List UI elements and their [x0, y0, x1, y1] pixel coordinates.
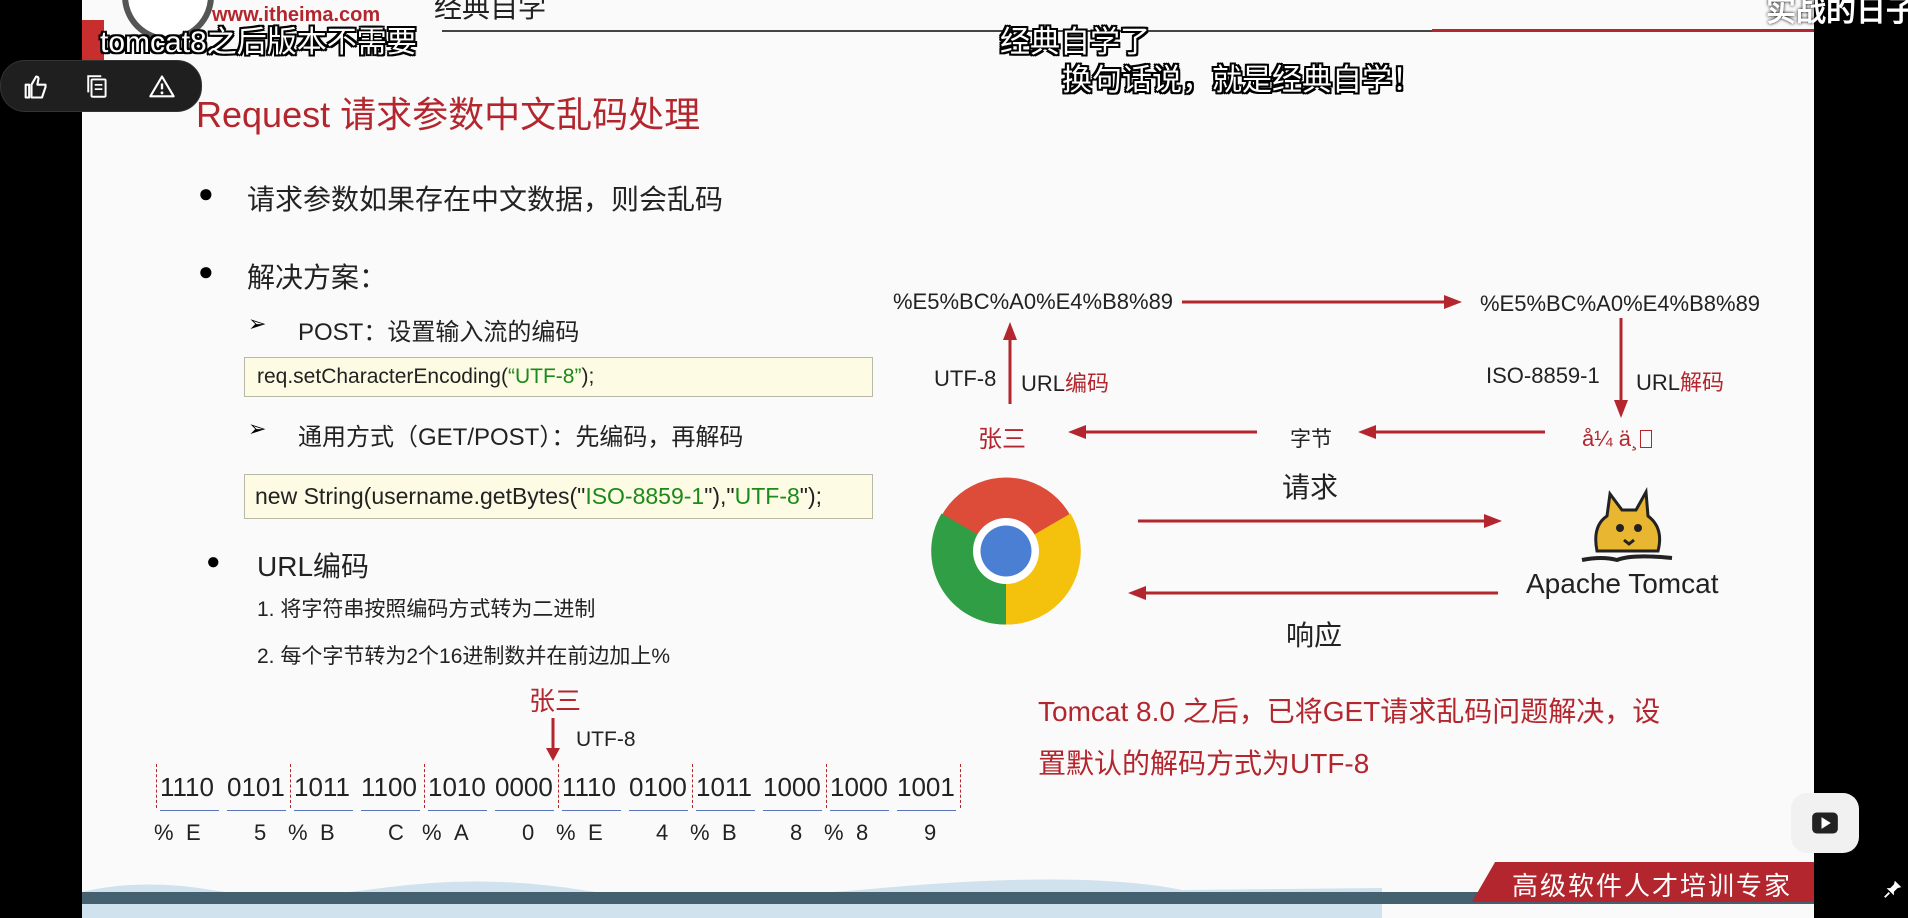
response-label: 响应: [1286, 620, 1343, 651]
url-encode-label: URL编码: [1021, 366, 1109, 398]
url-encode-suffix: 编码: [1065, 371, 1110, 396]
copy-icon[interactable]: [85, 73, 111, 101]
subtitle-line-1: tomcat8之后版本不需要: [100, 26, 417, 59]
top-banner-text: 实战的日子: [1766, 0, 1908, 28]
arrows-layer: [1003, 295, 1628, 600]
note-line-2: 置默认的解码方式为UTF-8: [1038, 748, 1370, 779]
floating-toolbar: [0, 60, 202, 112]
url-encode-prefix: URL: [1021, 371, 1066, 396]
url-decode-label: URL解码: [1636, 365, 1724, 397]
slide: www.itheima.com 经典自学 Request 请求参数中文乱码处理 …: [82, 0, 1814, 918]
note-line-1: Tomcat 8.0 之后，已将GET请求乱码问题解决，设: [1038, 696, 1661, 727]
bytes-label: 字节: [1290, 428, 1332, 451]
tomcat-cat-icon: [1581, 486, 1673, 563]
garbled-text: å¼ ä¸: [1582, 426, 1653, 452]
decoded-zhangsan: 张三: [978, 426, 1026, 453]
missing-glyph-box: [1640, 430, 1653, 448]
utf8-text: UTF-8: [934, 366, 997, 391]
warning-icon[interactable]: [147, 73, 177, 101]
footer-slogan: 高级软件人才培训专家: [1512, 871, 1793, 901]
player-mascot-button[interactable]: [1791, 793, 1859, 853]
pin-icon[interactable]: [1882, 878, 1904, 900]
url-decode-suffix: 解码: [1680, 370, 1725, 395]
garbled-chars: å¼ ä¸: [1582, 426, 1639, 451]
tomcat-label: Apache Tomcat: [1526, 568, 1719, 599]
subtitle-line-3: 换句话说，就是经典自学！: [1062, 64, 1422, 97]
iso-text: ISO-8859-1: [1486, 363, 1600, 388]
request-label: 请求: [1282, 472, 1339, 503]
url-decode-prefix: URL: [1636, 370, 1681, 395]
thumb-up-icon[interactable]: [21, 73, 49, 101]
chrome-icon: [931, 477, 1081, 625]
play-icon: [1812, 812, 1838, 834]
